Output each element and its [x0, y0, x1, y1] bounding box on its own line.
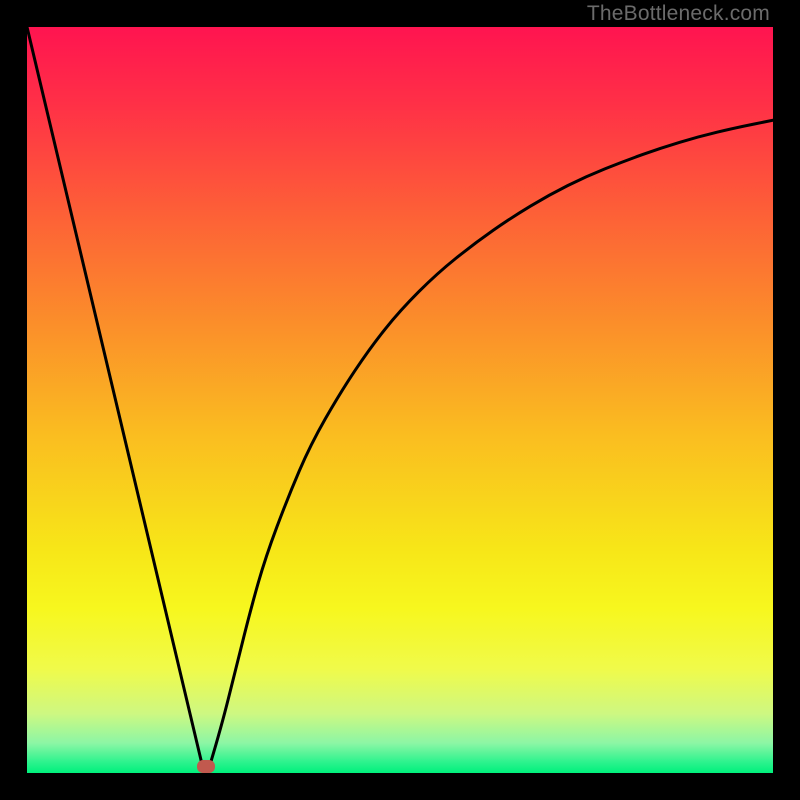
- curve-left-branch: [27, 27, 202, 766]
- watermark-text: TheBottleneck.com: [587, 2, 770, 26]
- curve-layer: [27, 27, 773, 773]
- optimum-marker: [197, 760, 215, 773]
- curve-right-branch: [210, 120, 773, 765]
- plot-area: [27, 27, 773, 773]
- chart-frame: TheBottleneck.com: [0, 0, 800, 800]
